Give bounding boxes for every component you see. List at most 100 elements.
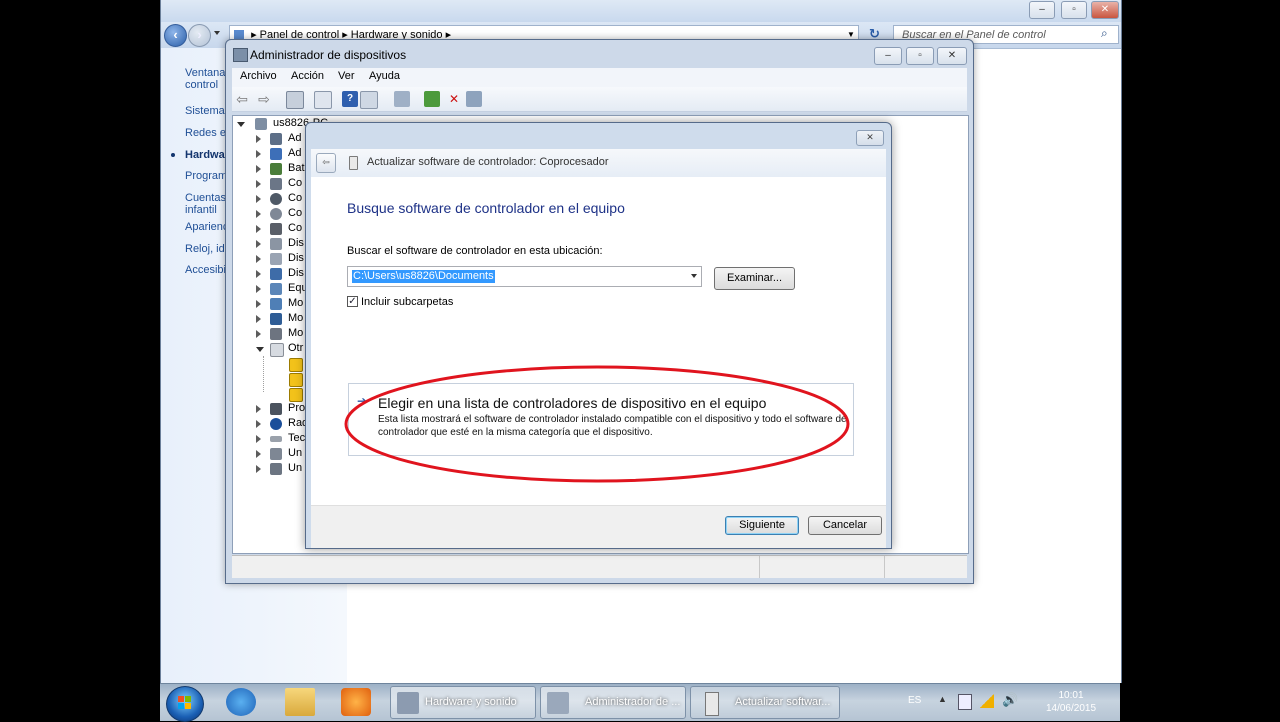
expand-icon[interactable] [256,420,261,428]
dialog-body: Busque software de controlador en el equ… [311,177,886,505]
tree-label: Otr [288,342,304,354]
scan-hardware-icon[interactable] [394,91,410,107]
expand-icon[interactable] [256,435,261,443]
expand-icon[interactable] [256,315,261,323]
expand-icon[interactable] [256,135,261,143]
collapse-icon[interactable] [237,122,245,127]
location-combobox[interactable]: C:\Users\us8826\Documents [347,266,702,287]
maximize-button[interactable]: ▫ [1061,1,1087,19]
tree-label: Mo [288,312,304,324]
sidebar-link[interactable]: Sistema [185,105,225,117]
expand-icon[interactable] [256,405,261,413]
language-indicator[interactable]: ES [908,695,921,706]
sidebar-link-active[interactable]: Hardwar [185,149,229,161]
dialog-title: Actualizar software de controlador: Copr… [367,156,609,168]
view-icon[interactable] [360,91,378,109]
back-icon[interactable]: ⇦ [234,91,250,107]
expand-icon[interactable] [256,270,261,278]
forward-icon[interactable]: ⇨ [256,91,272,107]
include-subfolders-label[interactable]: Incluir subcarpetas [361,296,453,308]
expand-icon[interactable] [256,150,261,158]
back-icon[interactable]: ‹ [164,24,187,47]
close-button[interactable]: ✕ [856,130,884,146]
network-icon[interactable] [980,694,994,708]
tree-label: Co [288,177,303,189]
taskbar-item-device-manager[interactable]: Administrador de ... [540,686,686,719]
expand-icon[interactable] [256,195,261,203]
sidebar-link[interactable]: Reloj, id [185,243,225,255]
sidebar-link[interactable]: Aparienc [185,221,228,233]
show-hide-tree-icon[interactable] [286,91,304,109]
tree-label: Dis [288,237,304,249]
menu-ver[interactable]: Ver [338,70,355,82]
include-subfolders-checkbox[interactable]: ✓ [347,296,358,307]
uninstall-icon[interactable]: ✕ [446,91,462,107]
sidebar-link[interactable]: Ventana [185,67,225,79]
tree-label: Co [288,207,303,219]
device-icon [270,283,282,295]
enable-device-icon[interactable] [466,91,482,107]
sidebar-link[interactable]: Cuentas [185,192,226,204]
pick-from-list-option[interactable]: ➔ Elegir en una lista de controladores d… [348,383,854,456]
sidebar-link[interactable]: Program [185,170,227,182]
recent-pages-dropdown[interactable] [214,31,220,35]
expand-icon[interactable] [256,180,261,188]
file-explorer-icon[interactable] [285,688,315,716]
chevron-down-icon[interactable] [691,274,697,278]
expand-icon[interactable] [256,240,261,248]
expand-icon[interactable] [256,225,261,233]
show-hidden-icons-icon[interactable]: ▲ [938,694,947,704]
clock[interactable]: 10:01 14/06/2015 [1041,689,1101,715]
back-button[interactable]: ⇦ [316,153,336,173]
cancel-button[interactable]: Cancelar [808,516,882,535]
start-button[interactable] [166,686,204,722]
menu-ayuda[interactable]: Ayuda [369,70,400,82]
expand-icon[interactable] [256,330,261,338]
location-label: Buscar el software de controlador en est… [347,245,603,257]
option-description: Esta lista mostrará el software de contr… [378,414,847,438]
expand-icon[interactable] [256,255,261,263]
task-label: Actualizar softwar... [735,696,831,708]
action-center-icon[interactable] [958,694,972,710]
option-title[interactable]: Elegir en una lista de controladores de … [378,395,766,411]
close-button[interactable]: ✕ [1091,1,1119,19]
taskbar-item-update-driver[interactable]: Actualizar softwar... [690,686,840,719]
taskbar-item-hardware[interactable]: Hardware y sonido [390,686,536,719]
battery-icon [270,163,282,175]
update-driver-icon[interactable] [424,91,440,107]
next-button[interactable]: Siguiente [725,516,799,535]
minimize-button[interactable]: – [874,47,902,65]
disk-icon [270,238,282,250]
expand-icon[interactable] [256,450,261,458]
sidebar-link[interactable]: infantil [185,204,217,216]
minimize-button[interactable]: – [1029,1,1055,19]
system-tray: ES ▲ 🔊 10:01 14/06/2015 [908,684,1120,721]
windows-logo-icon [185,703,191,709]
processor-icon [270,403,282,415]
expand-icon[interactable] [256,465,261,473]
clock-time: 10:01 [1058,690,1084,701]
windows-logo-icon [178,703,184,709]
menu-accion[interactable]: Acción [291,70,324,82]
forward-icon[interactable]: › [188,24,211,47]
properties-icon[interactable] [314,91,332,109]
internet-explorer-icon[interactable] [226,688,256,716]
close-button[interactable]: ✕ [937,47,967,65]
menu-archivo[interactable]: Archivo [240,70,277,82]
main-instruction: Busque software de controlador en el equ… [347,200,625,216]
maximize-button[interactable]: ▫ [906,47,934,65]
help-icon[interactable]: ? [342,91,358,107]
collapse-icon[interactable] [256,347,264,352]
search-icon[interactable]: ⌕ [1101,26,1108,41]
location-input[interactable]: C:\Users\us8826\Documents [352,270,495,283]
sidebar-link[interactable]: control [185,79,218,91]
browse-button[interactable]: Examinar... [714,267,795,290]
sidebar-link[interactable]: Redes e [185,127,226,139]
sidebar-link[interactable]: Accesibil [185,264,228,276]
volume-icon[interactable]: 🔊 [1002,692,1018,708]
expand-icon[interactable] [256,210,261,218]
expand-icon[interactable] [256,165,261,173]
expand-icon[interactable] [256,285,261,293]
expand-icon[interactable] [256,300,261,308]
media-player-icon[interactable] [341,688,371,716]
